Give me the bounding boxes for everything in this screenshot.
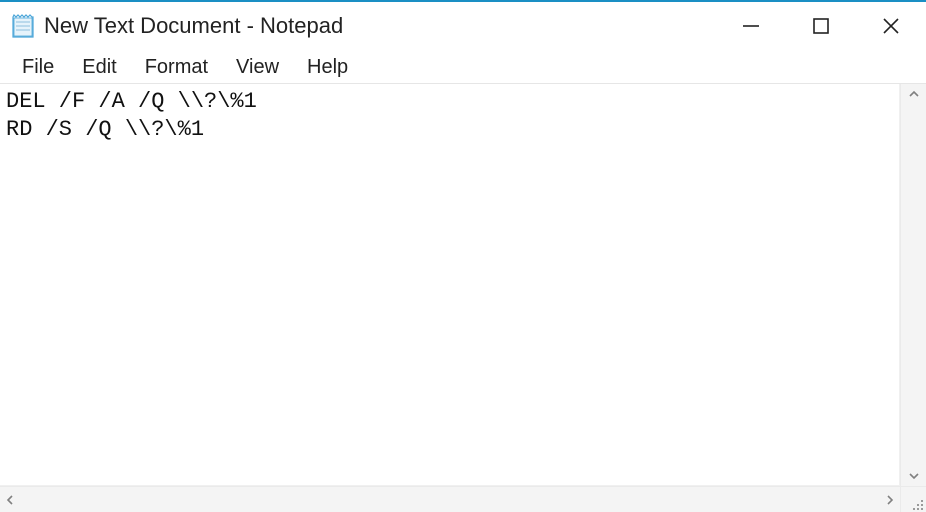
resize-grip[interactable]: [900, 486, 926, 512]
notepad-window: New Text Document - Notepad File Edit Fo…: [0, 0, 926, 512]
scroll-left-icon[interactable]: [4, 494, 16, 506]
menu-bar: File Edit Format View Help: [0, 50, 926, 84]
minimize-button[interactable]: [716, 2, 786, 50]
horizontal-scrollbar[interactable]: [0, 486, 900, 512]
menu-file[interactable]: File: [8, 55, 68, 79]
menu-help[interactable]: Help: [293, 55, 362, 79]
window-controls: [716, 2, 926, 50]
scroll-up-icon[interactable]: [908, 88, 920, 100]
notepad-icon: [10, 13, 36, 39]
scroll-down-icon[interactable]: [908, 470, 920, 482]
menu-format[interactable]: Format: [131, 55, 222, 79]
menu-edit[interactable]: Edit: [68, 55, 130, 79]
window-title: New Text Document - Notepad: [44, 15, 343, 37]
text-editor[interactable]: DEL /F /A /Q \\?\%1 RD /S /Q \\?\%1: [0, 84, 900, 486]
title-bar[interactable]: New Text Document - Notepad: [0, 2, 926, 50]
maximize-button[interactable]: [786, 2, 856, 50]
client-area: DEL /F /A /Q \\?\%1 RD /S /Q \\?\%1: [0, 84, 926, 512]
menu-view[interactable]: View: [222, 55, 293, 79]
vertical-scrollbar[interactable]: [900, 84, 926, 486]
close-button[interactable]: [856, 2, 926, 50]
scroll-right-icon[interactable]: [884, 494, 896, 506]
